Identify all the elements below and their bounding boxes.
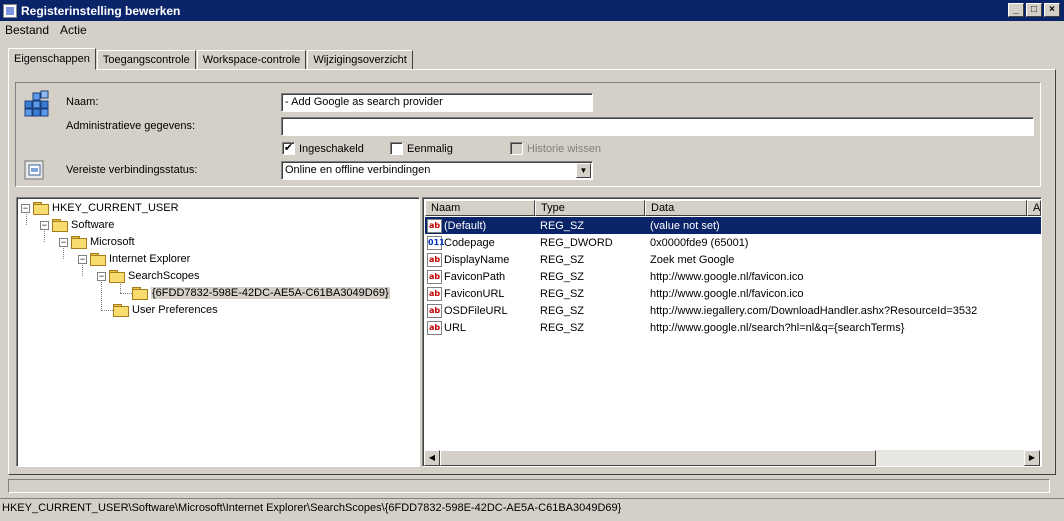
registry-values-list[interactable]: Naam Type Data Ac ab(Default) REG_SZ (va… bbox=[422, 197, 1042, 467]
folder-icon bbox=[109, 270, 125, 283]
list-row[interactable]: ab FaviconPath REG_SZ http://www.google.n… bbox=[425, 268, 1041, 285]
string-value-icon: ab bbox=[427, 218, 442, 233]
title-bar: Registerinstelling bewerken _ □ × bbox=[0, 0, 1064, 21]
folder-icon bbox=[33, 202, 49, 215]
list-header: Naam Type Data Ac bbox=[425, 200, 1041, 216]
menu-bestand[interactable]: Bestand bbox=[0, 23, 55, 37]
registry-tree[interactable]: − HKEY_CURRENT_USER − Software − Microso… bbox=[16, 197, 420, 467]
tree-node-scope-guid[interactable]: {6FDD7832-598E-42DC-AE5A-C61BA3049D69} bbox=[132, 285, 390, 301]
collapse-icon[interactable]: − bbox=[78, 254, 87, 264]
tree-node-software[interactable]: − Software bbox=[40, 217, 114, 233]
list-row[interactable]: ab OSDFileURL REG_SZ http://www.iegallery… bbox=[425, 302, 1041, 319]
connection-label: Vereiste verbindingsstatus: bbox=[66, 164, 198, 176]
column-header-naam[interactable]: Naam bbox=[425, 200, 535, 216]
history-label: Historie wissen bbox=[527, 142, 601, 155]
scroll-right-icon[interactable]: ▶ bbox=[1024, 450, 1040, 466]
admin-field[interactable] bbox=[281, 117, 1034, 136]
tree-node-internet-explorer[interactable]: − Internet Explorer bbox=[78, 251, 190, 267]
folder-icon bbox=[90, 253, 106, 266]
collapse-icon[interactable]: − bbox=[59, 237, 68, 247]
list-row[interactable]: ab URL REG_SZ http://www.google.nl/search… bbox=[425, 319, 1041, 336]
tab-workspace-controle[interactable]: Workspace-controle bbox=[196, 50, 307, 70]
string-value-icon: ab bbox=[427, 320, 442, 335]
chevron-down-icon[interactable]: ▼ bbox=[576, 163, 591, 178]
name-field[interactable]: - Add Google as search provider bbox=[281, 93, 593, 112]
folder-icon bbox=[113, 304, 129, 317]
progress-bar bbox=[8, 479, 1050, 493]
registry-blocks-icon bbox=[24, 90, 49, 117]
string-value-icon: ab bbox=[427, 252, 442, 267]
connection-select-value: Online en offline verbindingen bbox=[285, 164, 431, 176]
history-checkbox: Historie wissen bbox=[510, 142, 601, 155]
list-row[interactable]: ab DisplayName REG_SZ Zoek met Google bbox=[425, 251, 1041, 268]
collapse-icon[interactable]: − bbox=[97, 271, 106, 281]
tab-wijzigingsoverzicht[interactable]: Wijzigingsoverzicht bbox=[307, 50, 413, 70]
tree-node-hkcu[interactable]: − HKEY_CURRENT_USER bbox=[21, 200, 179, 216]
maximize-button[interactable]: □ bbox=[1026, 3, 1042, 17]
folder-icon bbox=[71, 236, 87, 249]
list-row[interactable]: ab (Default) REG_SZ (value not set) bbox=[425, 217, 1041, 234]
string-value-icon: ab bbox=[427, 269, 442, 284]
tab-eigenschappen[interactable]: Eigenschappen bbox=[8, 48, 96, 70]
string-value-icon: ab bbox=[427, 286, 442, 301]
collapse-icon[interactable]: − bbox=[21, 203, 30, 213]
menu-bar: Bestand Actie bbox=[0, 21, 1064, 39]
name-label: Naam: bbox=[66, 96, 99, 108]
scroll-thumb[interactable] bbox=[440, 450, 876, 466]
menu-actie[interactable]: Actie bbox=[55, 23, 93, 37]
tree-node-searchscopes[interactable]: − SearchScopes bbox=[97, 268, 200, 284]
tree-node-user-preferences[interactable]: User Preferences bbox=[113, 302, 218, 318]
once-label: Eenmalig bbox=[407, 142, 453, 155]
admin-label: Administratieve gegevens: bbox=[66, 120, 196, 132]
folder-icon bbox=[52, 219, 68, 232]
folder-icon bbox=[132, 287, 148, 300]
binary-value-icon: 011 bbox=[427, 235, 445, 250]
minimize-button[interactable]: _ bbox=[1008, 3, 1024, 17]
horizontal-scrollbar[interactable]: ◀ ▶ bbox=[424, 450, 1040, 466]
tab-strip: Eigenschappen Toegangscontrole Workspace… bbox=[8, 48, 414, 70]
column-header-type[interactable]: Type bbox=[535, 200, 645, 216]
status-bar: HKEY_CURRENT_USER\Software\Microsoft\Int… bbox=[0, 498, 1064, 516]
window-controls: _ □ × bbox=[1008, 3, 1060, 17]
enabled-check-icon: ✔ bbox=[282, 142, 295, 155]
connection-status-icon bbox=[24, 160, 44, 180]
column-header-data[interactable]: Data bbox=[645, 200, 1027, 216]
enabled-label: Ingeschakeld bbox=[299, 142, 364, 155]
status-path: HKEY_CURRENT_USER\Software\Microsoft\Int… bbox=[2, 501, 622, 514]
enabled-checkbox[interactable]: ✔ Ingeschakeld bbox=[282, 142, 364, 155]
string-value-icon: ab bbox=[427, 303, 442, 318]
tree-node-microsoft[interactable]: − Microsoft bbox=[59, 234, 135, 250]
list-row[interactable]: ab FaviconURL REG_SZ http://www.google.nl… bbox=[425, 285, 1041, 302]
scroll-left-icon[interactable]: ◀ bbox=[424, 450, 440, 466]
window-title: Registerinstelling bewerken bbox=[21, 3, 181, 18]
registry-app-icon bbox=[3, 3, 17, 18]
list-row[interactable]: 011 Codepage REG_DWORD 0x0000fde9 (65001) bbox=[425, 234, 1041, 251]
tab-toegangscontrole[interactable]: Toegangscontrole bbox=[96, 50, 196, 70]
once-checkbox[interactable]: Eenmalig bbox=[390, 142, 453, 155]
close-button[interactable]: × bbox=[1044, 3, 1060, 17]
collapse-icon[interactable]: − bbox=[40, 220, 49, 230]
connection-select[interactable]: Online en offline verbindingen ▼ bbox=[281, 161, 593, 180]
column-header-ac[interactable]: Ac bbox=[1027, 200, 1041, 216]
